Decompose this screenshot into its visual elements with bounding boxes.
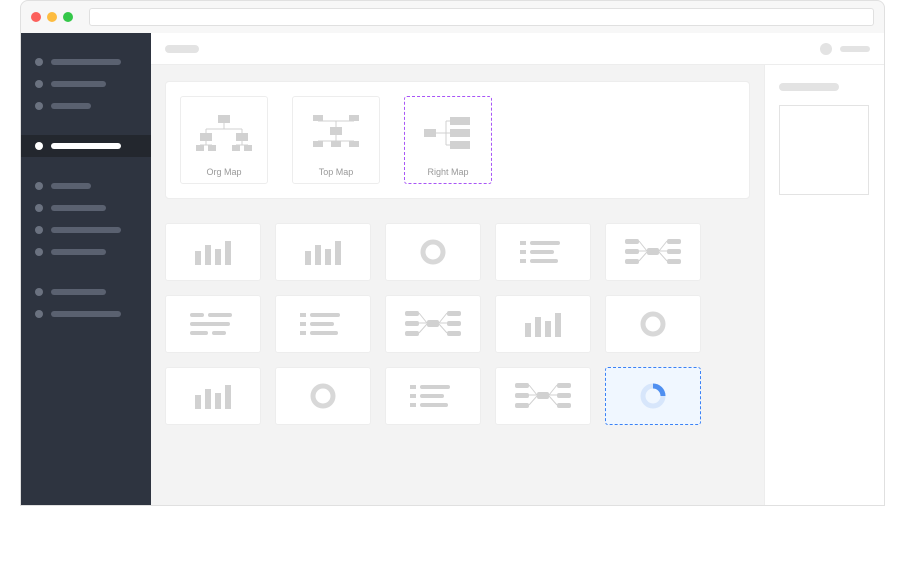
sidebar-item[interactable] bbox=[21, 219, 151, 241]
map-card-top[interactable]: Top Map bbox=[292, 96, 380, 184]
minimize-icon[interactable] bbox=[47, 12, 57, 22]
sidebar-item-label-placeholder bbox=[51, 183, 91, 189]
sidebar-item[interactable] bbox=[21, 281, 151, 303]
sidebar-item-label-placeholder bbox=[51, 59, 121, 65]
sidebar-item-label-placeholder bbox=[51, 143, 121, 149]
sidebar-item-label-placeholder bbox=[51, 103, 91, 109]
preview-box bbox=[779, 105, 869, 195]
chart-card-donut[interactable] bbox=[385, 223, 481, 281]
user-name-placeholder bbox=[840, 46, 870, 52]
sidebar-item-label-placeholder bbox=[51, 311, 121, 317]
list-icon bbox=[408, 381, 458, 411]
maximize-icon[interactable] bbox=[63, 12, 73, 22]
center-panel: Org Map Top Map Right Map bbox=[151, 65, 764, 505]
sidebar-item[interactable] bbox=[21, 241, 151, 263]
top-map-icon bbox=[299, 103, 373, 163]
bullet-icon bbox=[35, 288, 43, 296]
sidebar bbox=[21, 33, 151, 505]
list-icon bbox=[518, 237, 568, 267]
list-icon bbox=[298, 309, 348, 339]
sidebar-item-label-placeholder bbox=[51, 249, 106, 255]
bullet-icon bbox=[35, 142, 43, 150]
sidebar-item[interactable] bbox=[21, 135, 151, 157]
map-type-row: Org Map Top Map Right Map bbox=[165, 81, 750, 199]
sidebar-item[interactable] bbox=[21, 197, 151, 219]
sidebar-item[interactable] bbox=[21, 95, 151, 117]
content: Org Map Top Map Right Map bbox=[151, 65, 884, 505]
panel-title-placeholder bbox=[779, 83, 839, 91]
chart-card-mind[interactable] bbox=[385, 295, 481, 353]
bullet-icon bbox=[35, 58, 43, 66]
bullet-icon bbox=[35, 310, 43, 318]
sidebar-item-label-placeholder bbox=[51, 81, 106, 87]
chart-card-list[interactable] bbox=[385, 367, 481, 425]
app-body: Org Map Top Map Right Map bbox=[21, 33, 884, 505]
bullet-icon bbox=[35, 80, 43, 88]
chart-card-donut[interactable] bbox=[275, 367, 371, 425]
donut-icon bbox=[418, 237, 448, 267]
main-area: Org Map Top Map Right Map bbox=[151, 33, 884, 505]
sidebar-item-label-placeholder bbox=[51, 289, 106, 295]
window-titlebar bbox=[21, 1, 884, 33]
bar-icon bbox=[521, 309, 565, 339]
bullet-icon bbox=[35, 226, 43, 234]
right-map-icon bbox=[411, 103, 485, 163]
sidebar-item[interactable] bbox=[21, 51, 151, 73]
avatar[interactable] bbox=[820, 43, 832, 55]
text-icon bbox=[188, 309, 238, 339]
mind-icon bbox=[405, 309, 461, 339]
org-map-icon bbox=[187, 103, 261, 163]
bullet-icon bbox=[35, 102, 43, 110]
map-card-org[interactable]: Org Map bbox=[180, 96, 268, 184]
chart-card-list[interactable] bbox=[275, 295, 371, 353]
bar-icon bbox=[301, 237, 345, 267]
browser-shell: Org Map Top Map Right Map bbox=[20, 0, 885, 506]
topbar bbox=[151, 33, 884, 65]
sidebar-item-label-placeholder bbox=[51, 205, 106, 211]
chart-card-bar[interactable] bbox=[165, 367, 261, 425]
map-card-right[interactable]: Right Map bbox=[404, 96, 492, 184]
chart-card-text[interactable] bbox=[165, 295, 261, 353]
chart-card-bar[interactable] bbox=[275, 223, 371, 281]
chart-card-bar[interactable] bbox=[495, 295, 591, 353]
chart-grid bbox=[165, 223, 750, 425]
right-panel bbox=[764, 65, 884, 505]
map-card-label: Right Map bbox=[427, 167, 468, 177]
chart-card-bar[interactable] bbox=[165, 223, 261, 281]
chart-card-donut[interactable] bbox=[605, 295, 701, 353]
donut-icon bbox=[308, 381, 338, 411]
sidebar-item[interactable] bbox=[21, 175, 151, 197]
chart-card-mind[interactable] bbox=[495, 367, 591, 425]
chart-card-list[interactable] bbox=[495, 223, 591, 281]
bullet-icon bbox=[35, 204, 43, 212]
donut-icon bbox=[638, 309, 668, 339]
sidebar-item[interactable] bbox=[21, 73, 151, 95]
mind-icon bbox=[515, 381, 571, 411]
sidebar-item[interactable] bbox=[21, 303, 151, 325]
address-bar[interactable] bbox=[89, 8, 874, 26]
mind-icon bbox=[625, 237, 681, 267]
sidebar-item-label-placeholder bbox=[51, 227, 121, 233]
bar-icon bbox=[191, 381, 235, 411]
breadcrumb-placeholder bbox=[165, 45, 199, 53]
donut-blue-icon bbox=[638, 381, 668, 411]
bullet-icon bbox=[35, 182, 43, 190]
bar-icon bbox=[191, 237, 235, 267]
chart-card-mind[interactable] bbox=[605, 223, 701, 281]
close-icon[interactable] bbox=[31, 12, 41, 22]
bullet-icon bbox=[35, 248, 43, 256]
map-card-label: Org Map bbox=[206, 167, 241, 177]
app-window: Org Map Top Map Right Map bbox=[0, 0, 905, 562]
chart-card-donut-blue[interactable] bbox=[605, 367, 701, 425]
map-card-label: Top Map bbox=[319, 167, 354, 177]
